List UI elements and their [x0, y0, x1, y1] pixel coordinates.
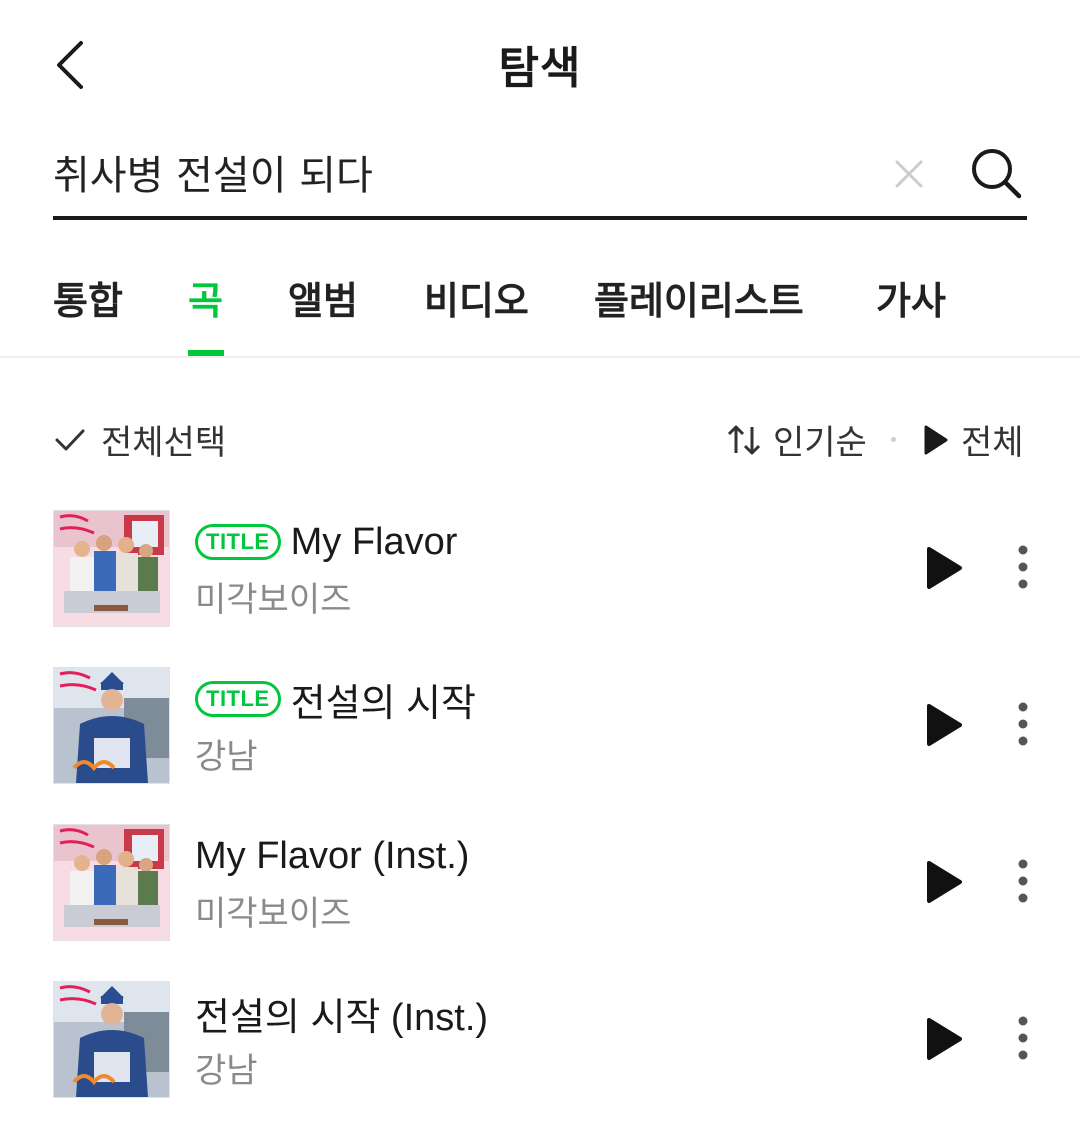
active-tab-indicator — [188, 350, 224, 356]
clear-search-button[interactable] — [889, 154, 929, 194]
play-button[interactable] — [920, 545, 966, 591]
sort-button[interactable]: 인기순 — [725, 415, 867, 464]
play-icon — [927, 704, 962, 746]
song-list: TITLE My Flavor 미각보이즈 TITLE 전설의 시작 강남 My… — [0, 490, 1080, 1118]
song-title: 전설의 시작 — [290, 682, 476, 725]
more-vertical-icon — [1018, 545, 1028, 589]
song-title: My Flavor (Inst.) — [195, 834, 470, 877]
album-cover-art — [54, 982, 169, 1097]
song-info: TITLE My Flavor 미각보이즈 — [195, 518, 875, 621]
separator-dot — [891, 437, 896, 442]
close-icon — [895, 160, 923, 188]
header: 탐색 — [0, 0, 1080, 125]
song-row[interactable]: My Flavor (Inst.) 미각보이즈 — [0, 804, 1080, 961]
select-all-label: 전체선택 — [101, 423, 227, 463]
play-button[interactable] — [920, 859, 966, 905]
play-button[interactable] — [920, 1016, 966, 1062]
tab-albums[interactable]: 앨범 — [288, 270, 358, 325]
page-title: 탐색 — [498, 43, 582, 94]
search-icon — [972, 149, 1022, 199]
song-artist[interactable]: 강남 — [195, 729, 875, 778]
more-vertical-icon — [1018, 702, 1028, 746]
play-all-button[interactable]: 전체 — [921, 415, 1024, 464]
song-title: My Flavor — [290, 520, 458, 563]
song-info: My Flavor (Inst.) 미각보이즈 — [195, 832, 875, 935]
more-vertical-icon — [1018, 1016, 1028, 1060]
play-all-label: 전체 — [961, 423, 1024, 463]
title-line: 전설의 시작 (Inst.) — [195, 989, 875, 1039]
title-line: TITLE My Flavor — [195, 518, 875, 566]
list-toolbar: 전체선택 인기순 전체 — [53, 405, 1027, 475]
song-artist[interactable]: 강남 — [195, 1043, 875, 1092]
more-options-button[interactable] — [1008, 856, 1038, 906]
album-cover-art — [54, 511, 169, 626]
tab-integrated[interactable]: 통합 — [53, 270, 123, 325]
category-tabs: 통합 곡 앨범 비디오 플레이리스트 가사 — [0, 240, 1080, 358]
more-options-button[interactable] — [1008, 542, 1038, 592]
play-button[interactable] — [920, 702, 966, 748]
album-cover-art — [54, 668, 169, 783]
play-icon — [927, 547, 962, 589]
title-badge: TITLE — [195, 524, 281, 560]
select-all-button[interactable]: 전체선택 — [53, 415, 226, 464]
album-cover-art — [54, 825, 169, 940]
song-title: 전설의 시작 (Inst.) — [195, 996, 489, 1039]
play-icon — [927, 861, 962, 903]
song-artist[interactable]: 미각보이즈 — [195, 886, 875, 935]
album-cover[interactable] — [53, 667, 170, 784]
song-info: 전설의 시작 (Inst.) 강남 — [195, 989, 875, 1092]
sort-label: 인기순 — [773, 423, 867, 463]
sort-icon — [727, 425, 761, 454]
more-options-button[interactable] — [1008, 699, 1038, 749]
search-bar — [53, 130, 1027, 220]
play-icon — [927, 1018, 962, 1060]
title-line: My Flavor (Inst.) — [195, 832, 875, 880]
album-cover[interactable] — [53, 824, 170, 941]
song-row[interactable]: 전설의 시작 (Inst.) 강남 — [0, 961, 1080, 1118]
song-info: TITLE 전설의 시작 강남 — [195, 675, 875, 778]
more-options-button[interactable] — [1008, 1013, 1038, 1063]
song-artist[interactable]: 미각보이즈 — [195, 572, 875, 621]
tab-videos[interactable]: 비디오 — [424, 270, 529, 325]
title-line: TITLE 전설의 시작 — [195, 675, 875, 725]
song-row[interactable]: TITLE My Flavor 미각보이즈 — [0, 490, 1080, 647]
checkmark-icon — [55, 429, 85, 450]
album-cover[interactable] — [53, 510, 170, 627]
title-badge: TITLE — [195, 681, 281, 717]
search-button[interactable] — [967, 144, 1027, 204]
album-cover[interactable] — [53, 981, 170, 1098]
more-vertical-icon — [1018, 859, 1028, 903]
tab-songs[interactable]: 곡 — [188, 270, 223, 325]
tab-playlists[interactable]: 플레이리스트 — [594, 270, 804, 325]
song-row[interactable]: TITLE 전설의 시작 강남 — [0, 647, 1080, 804]
search-input[interactable] — [53, 142, 853, 202]
tab-lyrics[interactable]: 가사 — [876, 270, 946, 325]
play-icon — [924, 425, 948, 454]
